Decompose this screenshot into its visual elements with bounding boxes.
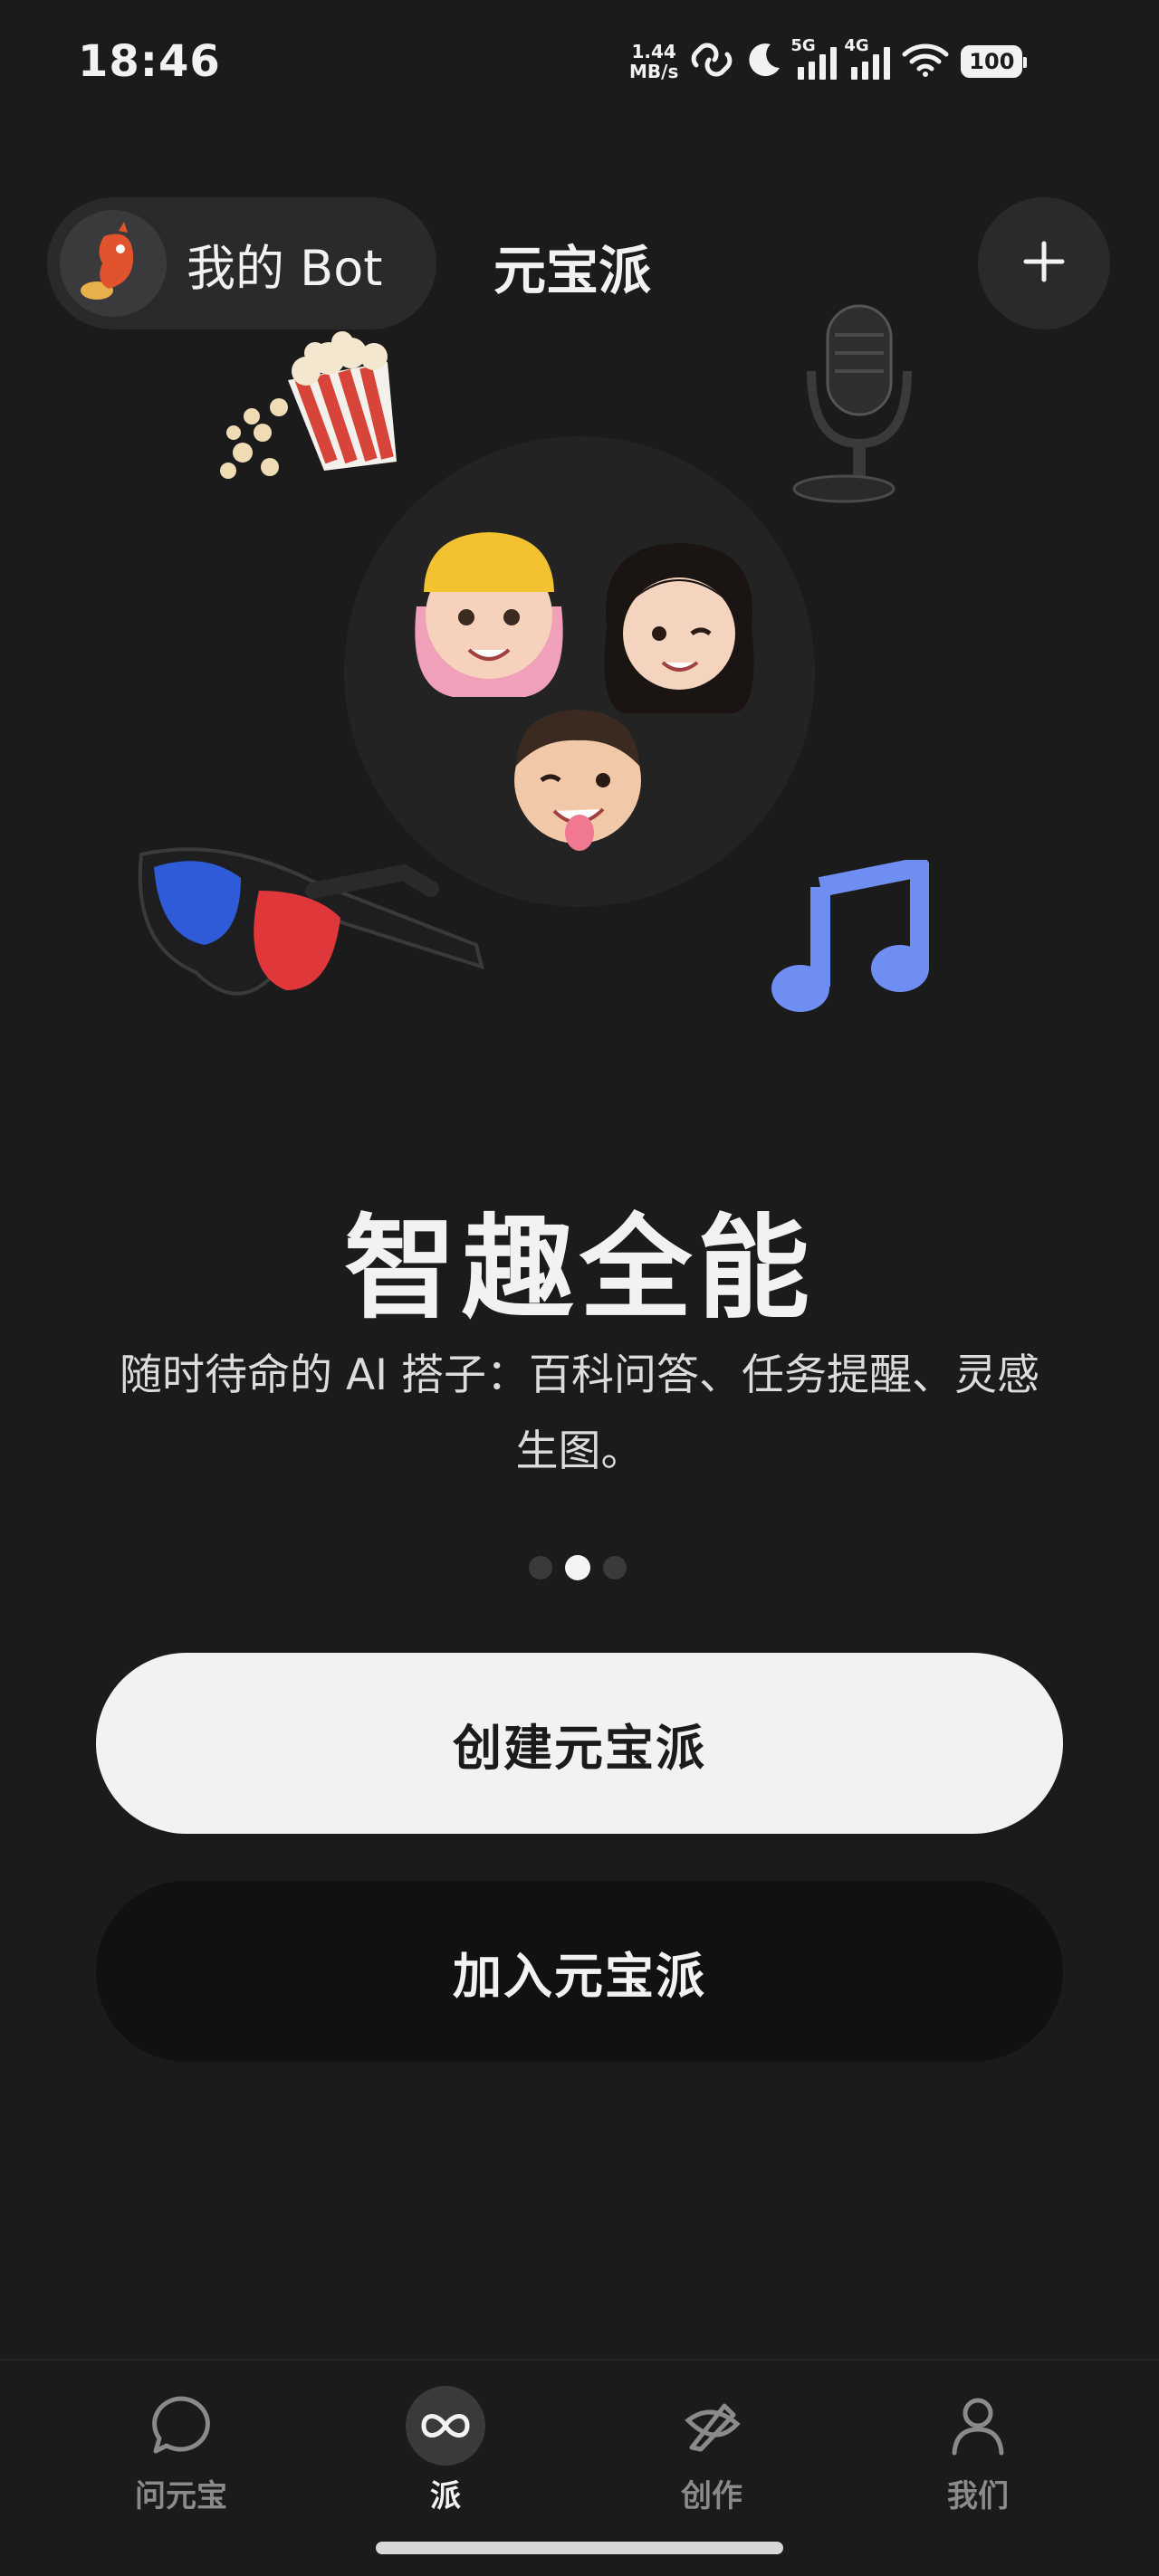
battery-icon: 100 — [961, 45, 1028, 78]
nav-label-us: 我们 — [947, 2478, 1009, 2514]
create-yuanbaopai-button[interactable]: 创建元宝派 — [96, 1653, 1063, 1834]
hero-title: 智趣全能 — [343, 1204, 815, 1334]
music-note-icon — [766, 857, 930, 1026]
nav-item-us[interactable]: 我们 — [878, 2386, 1078, 2515]
join-yuanbaopai-button[interactable]: 加入元宝派 — [96, 1881, 1063, 2062]
wifi-icon — [901, 42, 950, 81]
3d-glasses-icon — [132, 836, 494, 1057]
nav-label-ask-yuanbao: 问元宝 — [135, 2478, 227, 2514]
network-speed: 1.44 MB/s — [629, 42, 678, 81]
home-indicator[interactable] — [376, 2542, 783, 2554]
page-indicator — [529, 1555, 627, 1580]
add-button[interactable] — [978, 197, 1110, 329]
page-dot-1 — [529, 1556, 552, 1579]
page-dot-2-active — [565, 1555, 590, 1580]
link-icon — [689, 42, 734, 81]
avatar-boy — [496, 690, 659, 874]
nav-item-pai[interactable]: 派 — [346, 2386, 545, 2515]
nav-label-create: 创作 — [681, 2478, 742, 2514]
chat-bubble-icon — [141, 2386, 221, 2466]
hero-description: 随时待命的 AI 搭子：百科问答、任务提醒、灵感生图。 — [120, 1350, 1039, 1476]
my-bot-button[interactable]: 我的 Bot — [47, 197, 436, 329]
my-bot-label: 我的 Bot — [187, 239, 383, 297]
sparkle-pen-icon — [672, 2386, 752, 2466]
page-dot-3 — [603, 1556, 627, 1579]
status-icons: 1.44 MB/s 5G 4G 100 — [629, 34, 1028, 89]
signal-5g-label: 5G — [790, 36, 816, 55]
nav-item-create[interactable]: 创作 — [612, 2386, 811, 2515]
signal-4g-label: 4G — [844, 36, 869, 55]
network-speed-value: 1.44 — [631, 41, 676, 62]
signal-5g-icon: 5G — [790, 36, 838, 80]
bot-avatar — [60, 210, 167, 317]
tab-yuanbaopai[interactable]: 元宝派 — [493, 228, 651, 304]
signal-4g-icon: 4G — [844, 36, 891, 80]
status-time: 18:46 — [78, 36, 221, 87]
infinity-icon — [406, 2386, 485, 2466]
person-icon — [938, 2386, 1018, 2466]
plus-icon — [1022, 240, 1066, 287]
avatar-pink-hair — [398, 516, 580, 710]
network-speed-unit: MB/s — [629, 61, 679, 82]
microphone-icon — [771, 299, 925, 510]
nav-item-ask-yuanbao[interactable]: 问元宝 — [81, 2386, 281, 2515]
moon-icon — [745, 41, 783, 82]
nav-label-pai: 派 — [430, 2478, 461, 2514]
popcorn-icon — [206, 326, 406, 501]
